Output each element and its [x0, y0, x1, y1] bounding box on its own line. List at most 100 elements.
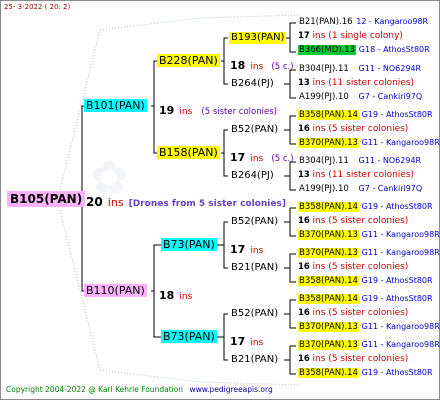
leaf-code: G18 - AthosSt80R: [358, 45, 430, 54]
leaf-row: B370(PAN).13 G11 - Kangaroo98R: [298, 230, 440, 240]
leaf-row: A199(PJ).10 G7 - Cankiri97Q: [298, 185, 422, 194]
leaf-dam[interactable]: B358(PAN).14: [298, 368, 359, 378]
leaf-sire[interactable]: B370(PAN).13: [298, 340, 359, 350]
site-url[interactable]: www.pedigreeapis.org: [189, 385, 272, 394]
gen3-node-8[interactable]: B21(PAN): [229, 354, 280, 366]
leaf-sire[interactable]: B358(PAN).14: [298, 202, 359, 212]
gen2-ins-num-3: 17: [230, 243, 246, 256]
leaf-row: B366(MD).13 G18 - AthosSt80R: [298, 45, 430, 55]
leaf-ins-row: 16 ins (5 sister colonies): [298, 263, 408, 272]
leaf-code: G19 - AthosSt80R: [361, 202, 433, 211]
leaf-code: G7 - Cankiri97Q: [358, 184, 423, 193]
gen1-ins-label-1: ins: [179, 107, 193, 117]
gen2-ins-num-2: 17: [230, 151, 246, 164]
leaf-sire[interactable]: B304(PJ).11: [298, 64, 350, 74]
leaf-code: G11 - Kangaroo98R: [361, 322, 440, 331]
pedigree-page: ✿ 25- 3-2022 (20: 2) B105(PAN) 20 ins […: [0, 0, 440, 400]
gen3-node-1[interactable]: B193(PAN): [229, 32, 287, 44]
gen2-ins-1: 18 ins (5 c.): [230, 56, 294, 72]
leaf-ins-num: 17: [298, 31, 310, 41]
leaf-sire[interactable]: B21(PAN).16: [298, 17, 354, 27]
leaf-sire[interactable]: B358(PAN).14: [298, 110, 359, 120]
leaf-ins-note: ins (1 single colony): [312, 31, 403, 41]
gen3-node-7[interactable]: B52(PAN): [229, 308, 280, 320]
leaf-dam[interactable]: B358(PAN).14: [298, 276, 359, 286]
leaf-row: B358(PAN).14 G19 - AthosSt80R: [298, 202, 433, 212]
gen2-note-2: (5 c.): [271, 154, 294, 164]
gen2-note-1: (5 c.): [271, 62, 294, 72]
leaf-dam[interactable]: A199(PJ).10: [298, 92, 350, 102]
leaf-code: G19 - AthosSt80R: [361, 110, 433, 119]
leaf-ins-note: ins (5 sister colonies): [312, 124, 409, 134]
leaf-ins-row: 17 ins (1 single colony): [298, 32, 403, 41]
gen1-ins-num-2: 18: [159, 289, 175, 302]
gen1-node-2[interactable]: B110(PAN): [84, 284, 147, 297]
gen1-ins-2: 18 ins: [159, 286, 192, 302]
leaf-ins-num: 13: [298, 78, 310, 88]
leaf-ins-row: 16 ins (5 sister colonies): [298, 355, 408, 364]
leaf-row: B358(PAN).14 G19 - AthosSt80R: [298, 294, 433, 304]
gen3-node-5[interactable]: B52(PAN): [229, 216, 280, 228]
leaf-ins-num: 16: [298, 308, 310, 318]
gen2-ins-label-3: ins: [250, 246, 264, 256]
leaf-dam[interactable]: B370(PAN).13: [298, 322, 359, 332]
leaf-sire[interactable]: B358(PAN).14: [298, 294, 359, 304]
root-note: [Drones from 5 sister colonies]: [128, 199, 286, 209]
leaf-row: A199(PJ).10 G7 - Cankiri97Q: [298, 93, 422, 102]
gen2-ins-2: 17 ins (5 c.): [230, 148, 294, 164]
leaf-ins-note: ins (5 sister colonies): [312, 308, 409, 318]
leaf-ins-num: 16: [298, 216, 310, 226]
leaf-ins-row: 16 ins (5 sister colonies): [298, 217, 408, 226]
leaf-row: B358(PAN).14 G19 - AthosSt80R: [298, 276, 433, 286]
gen2-node-1[interactable]: B228(PAN): [157, 54, 220, 67]
leaf-ins-row: 13 ins (11 sister colonies): [298, 79, 414, 88]
root-ins: 20 ins [Drones from 5 sister colonies]: [86, 193, 286, 209]
leaf-dam[interactable]: B370(PAN).13: [298, 230, 359, 240]
gen2-ins-3: 17 ins: [230, 240, 263, 256]
leaf-row: B370(PAN).13 G11 - Kangaroo98R: [298, 138, 440, 148]
gen1-ins-label-2: ins: [179, 292, 193, 302]
gen3-node-2[interactable]: B264(PJ): [229, 78, 276, 90]
leaf-row: B21(PAN).16 12 - Kangaroo98R: [298, 18, 428, 27]
gen1-node-1[interactable]: B101(PAN): [84, 99, 147, 112]
leaf-row: B304(PJ).11 G11 - NO6294R: [298, 157, 421, 166]
root-ins-label: ins: [107, 196, 124, 209]
leaf-code: G19 - AthosSt80R: [361, 294, 433, 303]
root-ins-num: 20: [86, 195, 103, 209]
leaf-row: B370(PAN).13 G11 - Kangaroo98R: [298, 322, 440, 332]
leaf-sire[interactable]: B370(PAN).13: [298, 248, 359, 258]
leaf-code: G11 - Kangaroo98R: [361, 138, 440, 147]
leaf-row: B370(PAN).13 G11 - Kangaroo98R: [298, 340, 440, 350]
gen2-node-2[interactable]: B158(PAN): [157, 146, 220, 159]
leaf-dam[interactable]: B370(PAN).13: [298, 138, 359, 148]
gen1-ins-1: 19 ins (5 sister colonies): [159, 101, 277, 117]
gen3-node-4[interactable]: B264(PJ): [229, 170, 276, 182]
gen2-ins-label-1: ins: [250, 62, 264, 72]
copyright-footer: Copyright 2004-2022 @ Karl Kehrle Founda…: [6, 386, 277, 394]
leaf-row: B304(PJ).11 G11 - NO6294R: [298, 65, 421, 74]
gen3-node-6[interactable]: B21(PAN): [229, 262, 280, 274]
gen2-node-3[interactable]: B73(PAN): [161, 238, 217, 251]
gen2-ins-4: 17 ins: [230, 332, 263, 348]
leaf-code: G11 - Kangaroo98R: [361, 230, 440, 239]
leaf-ins-note: ins (5 sister colonies): [312, 262, 409, 272]
leaf-row: B358(PAN).14 G19 - AthosSt80R: [298, 368, 433, 378]
leaf-code: G19 - AthosSt80R: [361, 368, 433, 377]
leaf-row: B358(PAN).14 G19 - AthosSt80R: [298, 110, 433, 120]
leaf-ins-note: ins (11 sister colonies): [312, 78, 415, 88]
leaf-ins-num: 13: [298, 170, 310, 180]
gen2-node-4[interactable]: B73(PAN): [161, 330, 217, 343]
leaf-code: G11 - Kangaroo98R: [361, 340, 440, 349]
leaf-sire[interactable]: B304(PJ).11: [298, 156, 350, 166]
gen3-node-3[interactable]: B52(PAN): [229, 124, 280, 136]
leaf-dam[interactable]: B366(MD).13: [298, 45, 357, 55]
leaf-ins-num: 16: [298, 124, 310, 134]
gen1-ins-num-1: 19: [159, 104, 175, 117]
leaf-code: G7 - Cankiri97Q: [358, 92, 423, 101]
root-node[interactable]: B105(PAN): [7, 191, 86, 207]
leaf-ins-note: ins (5 sister colonies): [312, 216, 409, 226]
leaf-dam[interactable]: A199(PJ).10: [298, 184, 350, 194]
gen2-ins-label-2: ins: [250, 154, 264, 164]
copyright-text: Copyright 2004-2022 @ Karl Kehrle Founda…: [6, 385, 184, 394]
leaf-ins-row: 13 ins (11 sister colonies): [298, 171, 414, 180]
